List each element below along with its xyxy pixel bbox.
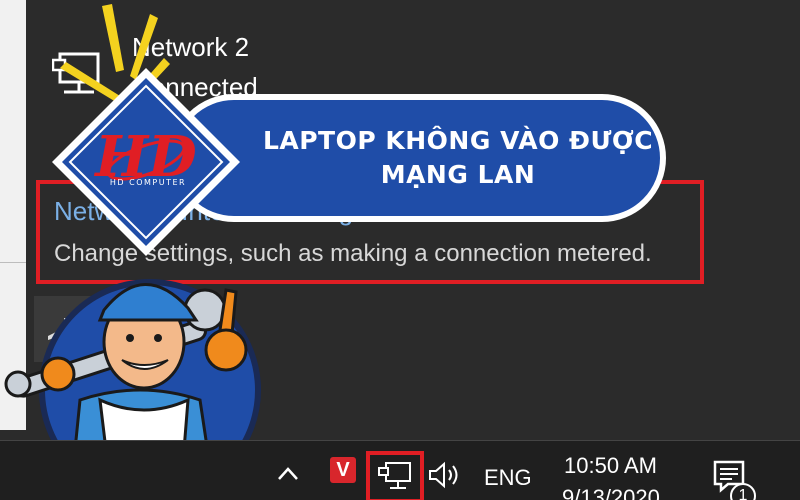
language-indicator[interactable]: ENG bbox=[484, 465, 532, 491]
logo-caption: HD COMPUTER bbox=[109, 178, 187, 187]
banner-title-line-2: MẠNG LAN bbox=[380, 160, 536, 189]
hd-computer-logo: HD bbox=[52, 68, 240, 256]
notification-count-badge: 1 bbox=[730, 483, 756, 500]
banner-text: LAPTOP KHÔNG VÀO ĐƯỢC MẠNG LAN bbox=[176, 100, 660, 216]
clock-date[interactable]: 9/13/2020 bbox=[562, 485, 660, 500]
volume-icon[interactable] bbox=[428, 461, 462, 489]
clock-time[interactable]: 10:50 AM bbox=[564, 453, 657, 479]
network-tray-icon[interactable] bbox=[378, 461, 412, 491]
antivirus-tray-icon[interactable]: V bbox=[330, 457, 356, 483]
taskbar: V ENG 10:50 AM 9/13/2020 1 bbox=[0, 440, 800, 500]
banner-title-line-1: LAPTOP KHÔNG VÀO ĐƯỢC bbox=[262, 126, 654, 156]
chevron-up-icon[interactable] bbox=[276, 463, 300, 483]
title-banner: LAPTOP KHÔNG VÀO ĐƯỢC MẠNG LAN bbox=[170, 94, 666, 222]
